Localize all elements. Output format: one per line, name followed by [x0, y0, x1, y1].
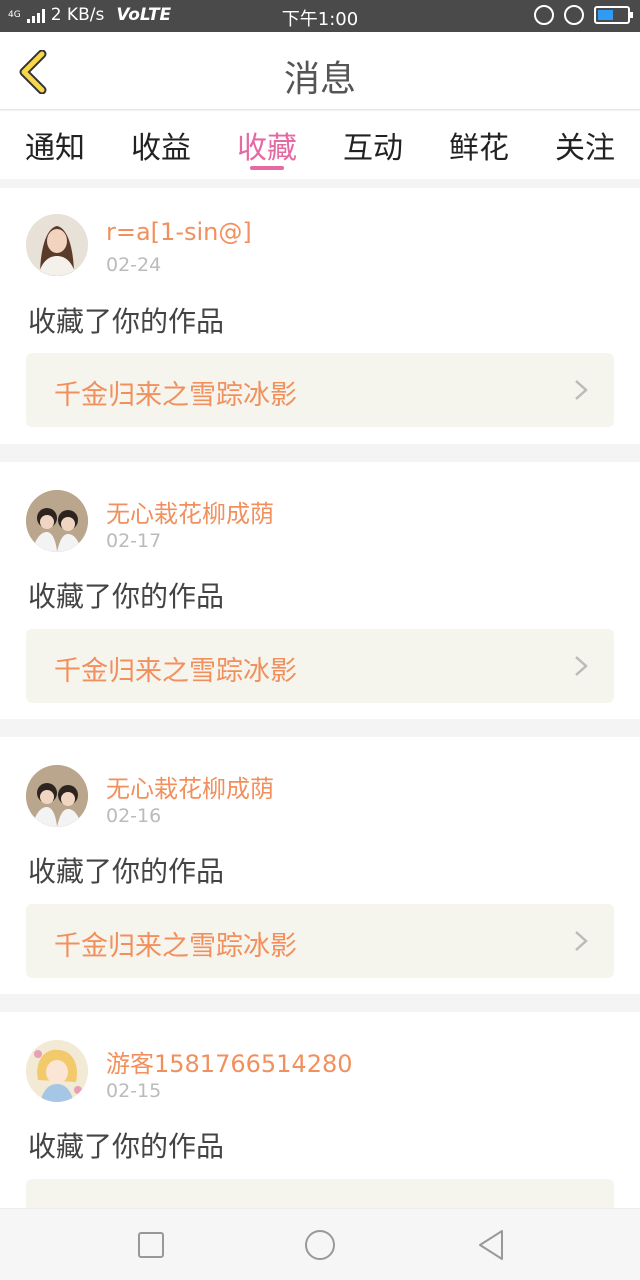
- home-icon[interactable]: [302, 1227, 338, 1263]
- action-text: 收藏了你的作品: [28, 580, 225, 613]
- alarm-icon: [564, 5, 584, 25]
- avatar[interactable]: [26, 765, 88, 827]
- message-card: 无心栽花柳成荫 02-16 收藏了你的作品 千金归来之雪踪冰影: [0, 737, 640, 994]
- tab-notifications[interactable]: 通知: [15, 123, 95, 167]
- active-tab-indicator: [250, 166, 284, 170]
- chevron-right-icon: [575, 656, 588, 676]
- message-date: 02-17: [106, 530, 162, 552]
- work-link[interactable]: 千金归来之雪踪冰影: [26, 629, 614, 703]
- avatar[interactable]: [26, 1040, 88, 1102]
- avatar-image: [26, 214, 88, 276]
- message-date: 02-15: [106, 1080, 162, 1102]
- message-card: 无心栽花柳成荫 02-17 收藏了你的作品 千金归来之雪踪冰影: [0, 462, 640, 719]
- system-nav-bar: [0, 1208, 640, 1280]
- recent-apps-icon[interactable]: [133, 1227, 169, 1263]
- rotation-lock-icon: [534, 5, 554, 25]
- avatar[interactable]: [26, 490, 88, 552]
- chevron-right-icon: [575, 380, 588, 400]
- work-title: 千金归来之雪踪冰影: [54, 931, 297, 962]
- username[interactable]: 无心栽花柳成荫: [106, 494, 274, 529]
- avatar-image: [26, 1040, 88, 1102]
- message-card: r=a[1-sin@] 02-24 收藏了你的作品 千金归来之雪踪冰影: [0, 188, 640, 444]
- action-text: 收藏了你的作品: [28, 1130, 225, 1163]
- avatar-image: [26, 765, 88, 827]
- action-text: 收藏了你的作品: [28, 305, 225, 338]
- work-link[interactable]: 千金归来之雪踪冰影: [26, 904, 614, 978]
- page-title: 消息: [283, 59, 356, 100]
- message-date: 02-24: [106, 254, 162, 276]
- chevron-right-icon: [575, 931, 588, 951]
- message-card: 游客1581766514280 02-15 收藏了你的作品: [0, 1012, 640, 1253]
- username[interactable]: 游客1581766514280: [106, 1044, 353, 1079]
- app-header: 消息: [0, 32, 640, 110]
- tab-following[interactable]: 关注: [545, 123, 625, 167]
- avatar-image: [26, 490, 88, 552]
- username[interactable]: r=a[1-sin@]: [106, 218, 252, 246]
- avatar[interactable]: [26, 214, 88, 276]
- tab-interactions[interactable]: 互动: [333, 123, 413, 167]
- battery-level: [598, 10, 614, 20]
- work-title: 千金归来之雪踪冰影: [54, 656, 297, 687]
- status-bar: 4G 2 KB/s VoLTE 下午1:00: [0, 0, 640, 32]
- tab-flowers[interactable]: 鲜花: [439, 123, 519, 167]
- status-right: [534, 5, 633, 25]
- work-title: 千金归来之雪踪冰影: [54, 380, 297, 411]
- tab-bar: 通知 收益 收藏 互动 鲜花 关注: [0, 111, 640, 179]
- tab-earnings[interactable]: 收益: [121, 123, 201, 167]
- tab-favorites[interactable]: 收藏: [227, 123, 307, 167]
- username[interactable]: 无心栽花柳成荫: [106, 769, 274, 804]
- message-date: 02-16: [106, 805, 162, 827]
- action-text: 收藏了你的作品: [28, 855, 225, 888]
- work-link[interactable]: 千金归来之雪踪冰影: [26, 353, 614, 427]
- back-icon[interactable]: [474, 1227, 510, 1263]
- battery-icon: [594, 6, 633, 24]
